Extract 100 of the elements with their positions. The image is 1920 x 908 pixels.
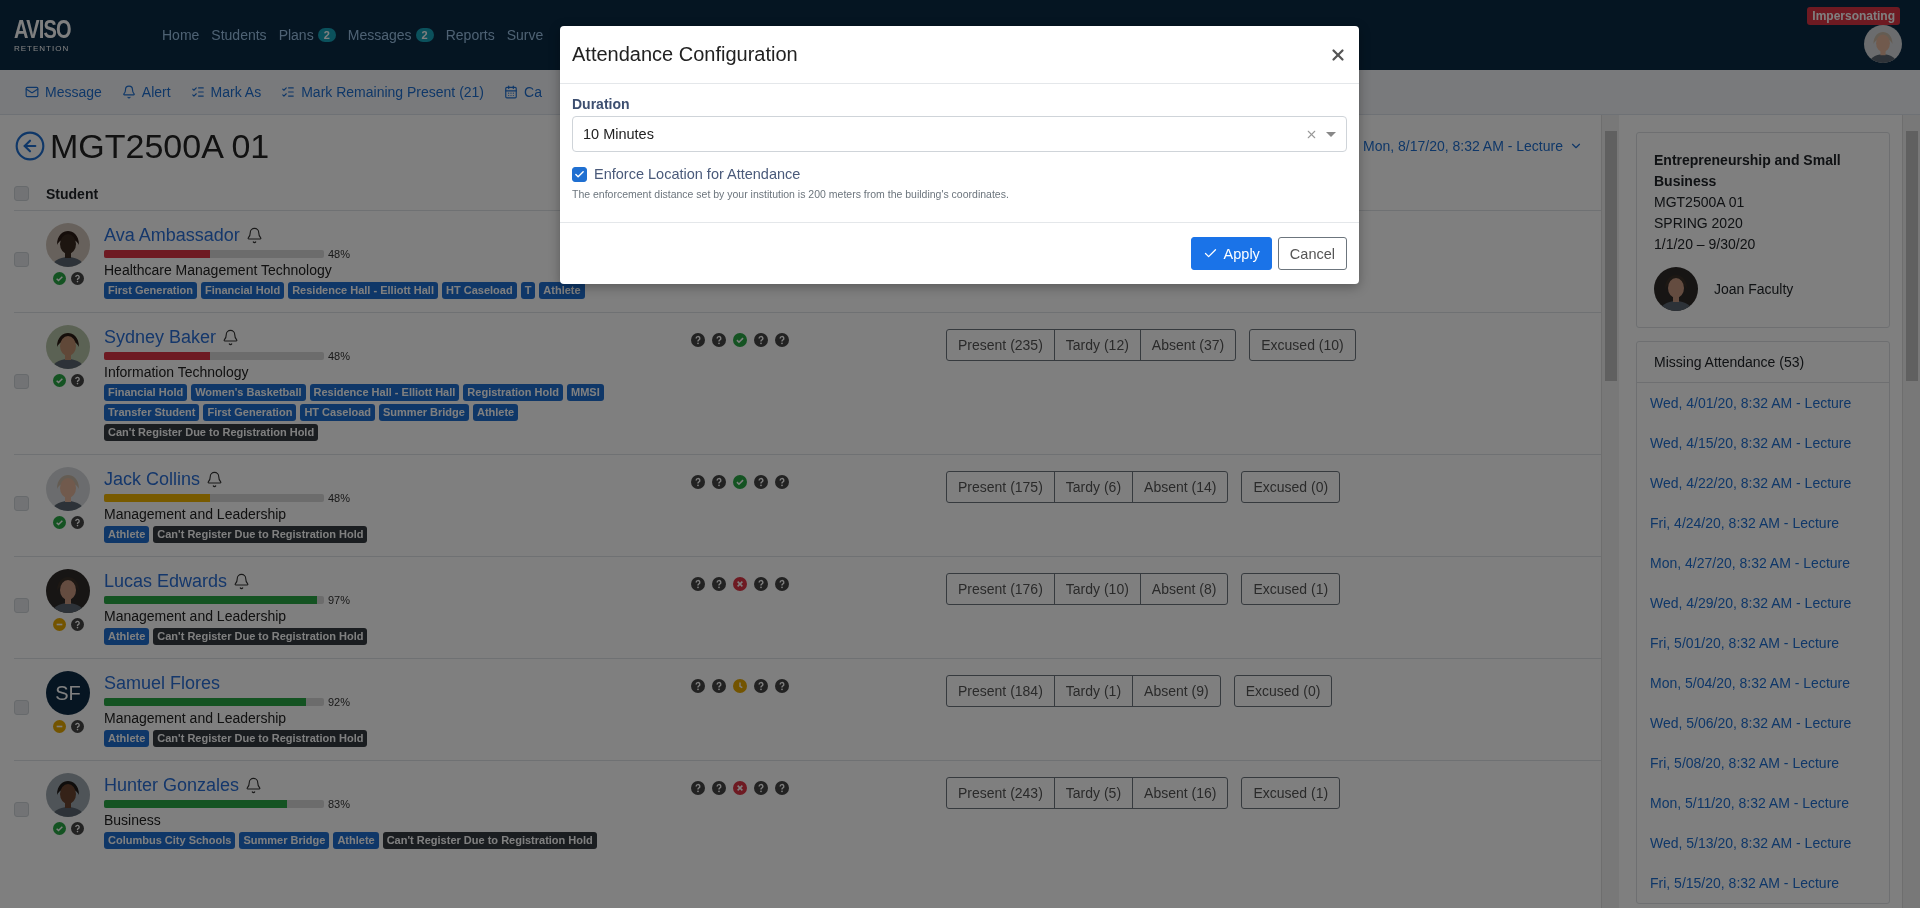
progress-reading: 48%: [328, 491, 351, 504]
excused-button[interactable]: Excused (10): [1249, 329, 1356, 361]
attendance-button[interactable]: Tardy (1): [1053, 676, 1133, 706]
session-link[interactable]: Fri, 5/08/20, 8:32 AM - Lecture: [1637, 743, 1889, 783]
session-link[interactable]: Fri, 5/15/20, 8:32 AM - Lecture: [1637, 863, 1889, 903]
attendance-button[interactable]: Present (175): [947, 472, 1054, 502]
attendance-button[interactable]: Tardy (12): [1053, 330, 1140, 360]
session-link[interactable]: Wed, 4/15/20, 8:32 AM - Lecture: [1637, 423, 1889, 463]
student-tag: Can't Register Due to Registration Hold: [153, 628, 368, 645]
toolbar-link[interactable]: Ca: [504, 84, 542, 100]
student-name[interactable]: Sydney Baker: [104, 325, 217, 349]
cancel-button[interactable]: Cancel: [1277, 237, 1347, 270]
session-link[interactable]: Wed, 4/22/20, 8:32 AM - Lecture: [1637, 463, 1889, 503]
attendance-button[interactable]: Present (235): [947, 330, 1054, 360]
student-name[interactable]: Ava Ambassador: [104, 223, 240, 247]
toolbar-link[interactable]: Alert: [121, 84, 171, 100]
scrollbar[interactable]: [1902, 115, 1920, 908]
nav-link[interactable]: Reports: [445, 27, 495, 43]
student-tag: First Generation: [203, 404, 297, 421]
nav-link[interactable]: Surve: [506, 27, 544, 43]
session-link[interactable]: Wed, 4/01/20, 8:32 AM - Lecture: [1637, 383, 1889, 423]
student-tag: Can't Register Due to Registration Hold: [382, 832, 597, 849]
toolbar-link[interactable]: Mark As: [190, 84, 262, 100]
toolbar-link[interactable]: Mark Remaining Present (21): [281, 84, 485, 100]
logo-wordmark[interactable]: AVISO: [14, 17, 133, 42]
excused-button[interactable]: Excused (0): [1241, 471, 1341, 503]
attendance-button[interactable]: Absent (8): [1139, 574, 1228, 604]
nav-link[interactable]: Students: [211, 27, 267, 43]
excused-button[interactable]: Excused (0): [1233, 675, 1333, 707]
program-name: Management and Leadership: [104, 709, 287, 728]
student-name[interactable]: Samuel Flores: [104, 671, 221, 695]
attendance-button[interactable]: Absent (9): [1132, 676, 1220, 706]
attendance-button[interactable]: Tardy (5): [1053, 778, 1133, 808]
session-link[interactable]: Mon, 5/11/20, 8:32 AM - Lecture: [1637, 783, 1889, 823]
program-name: Business: [104, 811, 161, 830]
attendance-button[interactable]: Absent (16): [1132, 778, 1228, 808]
impersonating-badge: Impersonating: [1807, 7, 1900, 25]
student-tag: HT Caseload: [300, 404, 375, 421]
scrollbar[interactable]: [1601, 115, 1619, 908]
attendance-button[interactable]: Absent (14): [1132, 472, 1228, 502]
help-text: The enforcement distance set by your institution is 200 meters from the building's coordinates.: [572, 188, 1010, 200]
apply-button[interactable]: Apply: [1190, 237, 1272, 270]
student-tag: Can't Register Due to Registration Hold: [153, 730, 368, 747]
student-tag: Women's Basketball: [191, 384, 306, 401]
session-link[interactable]: Mon, 4/27/20, 8:32 AM - Lecture: [1637, 543, 1889, 583]
session-link[interactable]: Wed, 5/06/20, 8:32 AM - Lecture: [1637, 703, 1889, 743]
attendance-button[interactable]: Present (184): [947, 676, 1054, 706]
progress-reading: 97%: [328, 593, 351, 606]
row-checkbox[interactable]: [14, 801, 29, 817]
attendance-button[interactable]: Tardy (6): [1053, 472, 1133, 502]
session-link[interactable]: Mon, 5/04/20, 8:32 AM - Lecture: [1637, 663, 1889, 703]
student-tag: Athlete: [539, 282, 585, 299]
student-name[interactable]: Jack Collins: [104, 467, 201, 491]
nav-link[interactable]: Messages 2: [347, 27, 434, 43]
excused-button[interactable]: Excused (1): [1241, 777, 1341, 809]
attendance-button[interactable]: Present (243): [947, 778, 1054, 808]
session-link[interactable]: Fri, 4/24/20, 8:32 AM - Lecture: [1637, 503, 1889, 543]
attendance-button[interactable]: Present (176): [947, 574, 1054, 604]
row-checkbox[interactable]: [14, 251, 29, 267]
student-name[interactable]: Lucas Edwards: [104, 569, 228, 593]
bell-icon[interactable]: [233, 572, 251, 590]
excused-button[interactable]: Excused (1): [1241, 573, 1341, 605]
logo-subtitle: RETENTION: [14, 45, 71, 53]
student-tag: Financial Hold: [104, 384, 188, 401]
row-checkbox[interactable]: [14, 597, 29, 613]
progress-reading: 83%: [328, 797, 351, 810]
course-detail: 1/1/20 – 9/30/20: [1654, 235, 1757, 254]
checkbox-label: Enforce Location for Attendance: [594, 166, 801, 182]
bell-icon[interactable]: [245, 776, 263, 794]
student-tag: Residence Hall - Elliott Hall: [288, 282, 438, 299]
bell-icon[interactable]: [206, 470, 224, 488]
row-checkbox[interactable]: [14, 699, 29, 715]
attendance-button[interactable]: Tardy (10): [1053, 574, 1140, 604]
select-all-checkbox[interactable]: [14, 186, 29, 201]
nav-link[interactable]: Home: [162, 27, 200, 43]
session-link[interactable]: Wed, 4/29/20, 8:32 AM - Lecture: [1637, 583, 1889, 623]
student-name[interactable]: Hunter Gonzales: [104, 773, 240, 797]
progress-reading: 48%: [328, 349, 351, 362]
nav-link[interactable]: Plans 2: [278, 27, 336, 43]
bell-icon[interactable]: [222, 328, 240, 346]
progress-reading: 92%: [328, 695, 351, 708]
enforce-location-checkbox[interactable]: [572, 166, 587, 182]
bell-icon[interactable]: [245, 226, 263, 244]
student-tag: Transfer Student: [104, 404, 200, 421]
toolbar-link[interactable]: Message: [25, 84, 102, 100]
student-tag: T: [520, 282, 536, 299]
column-header: Student: [46, 185, 99, 202]
row-checkbox[interactable]: [14, 373, 29, 389]
calendar-icon: [504, 85, 519, 99]
student-tag: Columbus City Schools: [104, 832, 236, 849]
back-icon[interactable]: [14, 130, 46, 162]
attendance-button[interactable]: Absent (37): [1139, 330, 1236, 360]
row-checkbox[interactable]: [14, 495, 29, 511]
duration-select[interactable]: 10 Minutes: [572, 116, 1347, 152]
course-name: Entrepreneurship and Small Business: [1654, 151, 1842, 191]
faculty-name: Joan Faculty: [1714, 281, 1794, 297]
session-link[interactable]: Wed, 5/13/20, 8:32 AM - Lecture: [1637, 823, 1889, 863]
session-link[interactable]: Fri, 5/01/20, 8:32 AM - Lecture: [1637, 623, 1889, 663]
session-selector[interactable]: Mon, 8/17/20, 8:32 AM - Lecture: [1363, 138, 1583, 154]
modal-title: Attendance Configuration: [572, 43, 798, 66]
